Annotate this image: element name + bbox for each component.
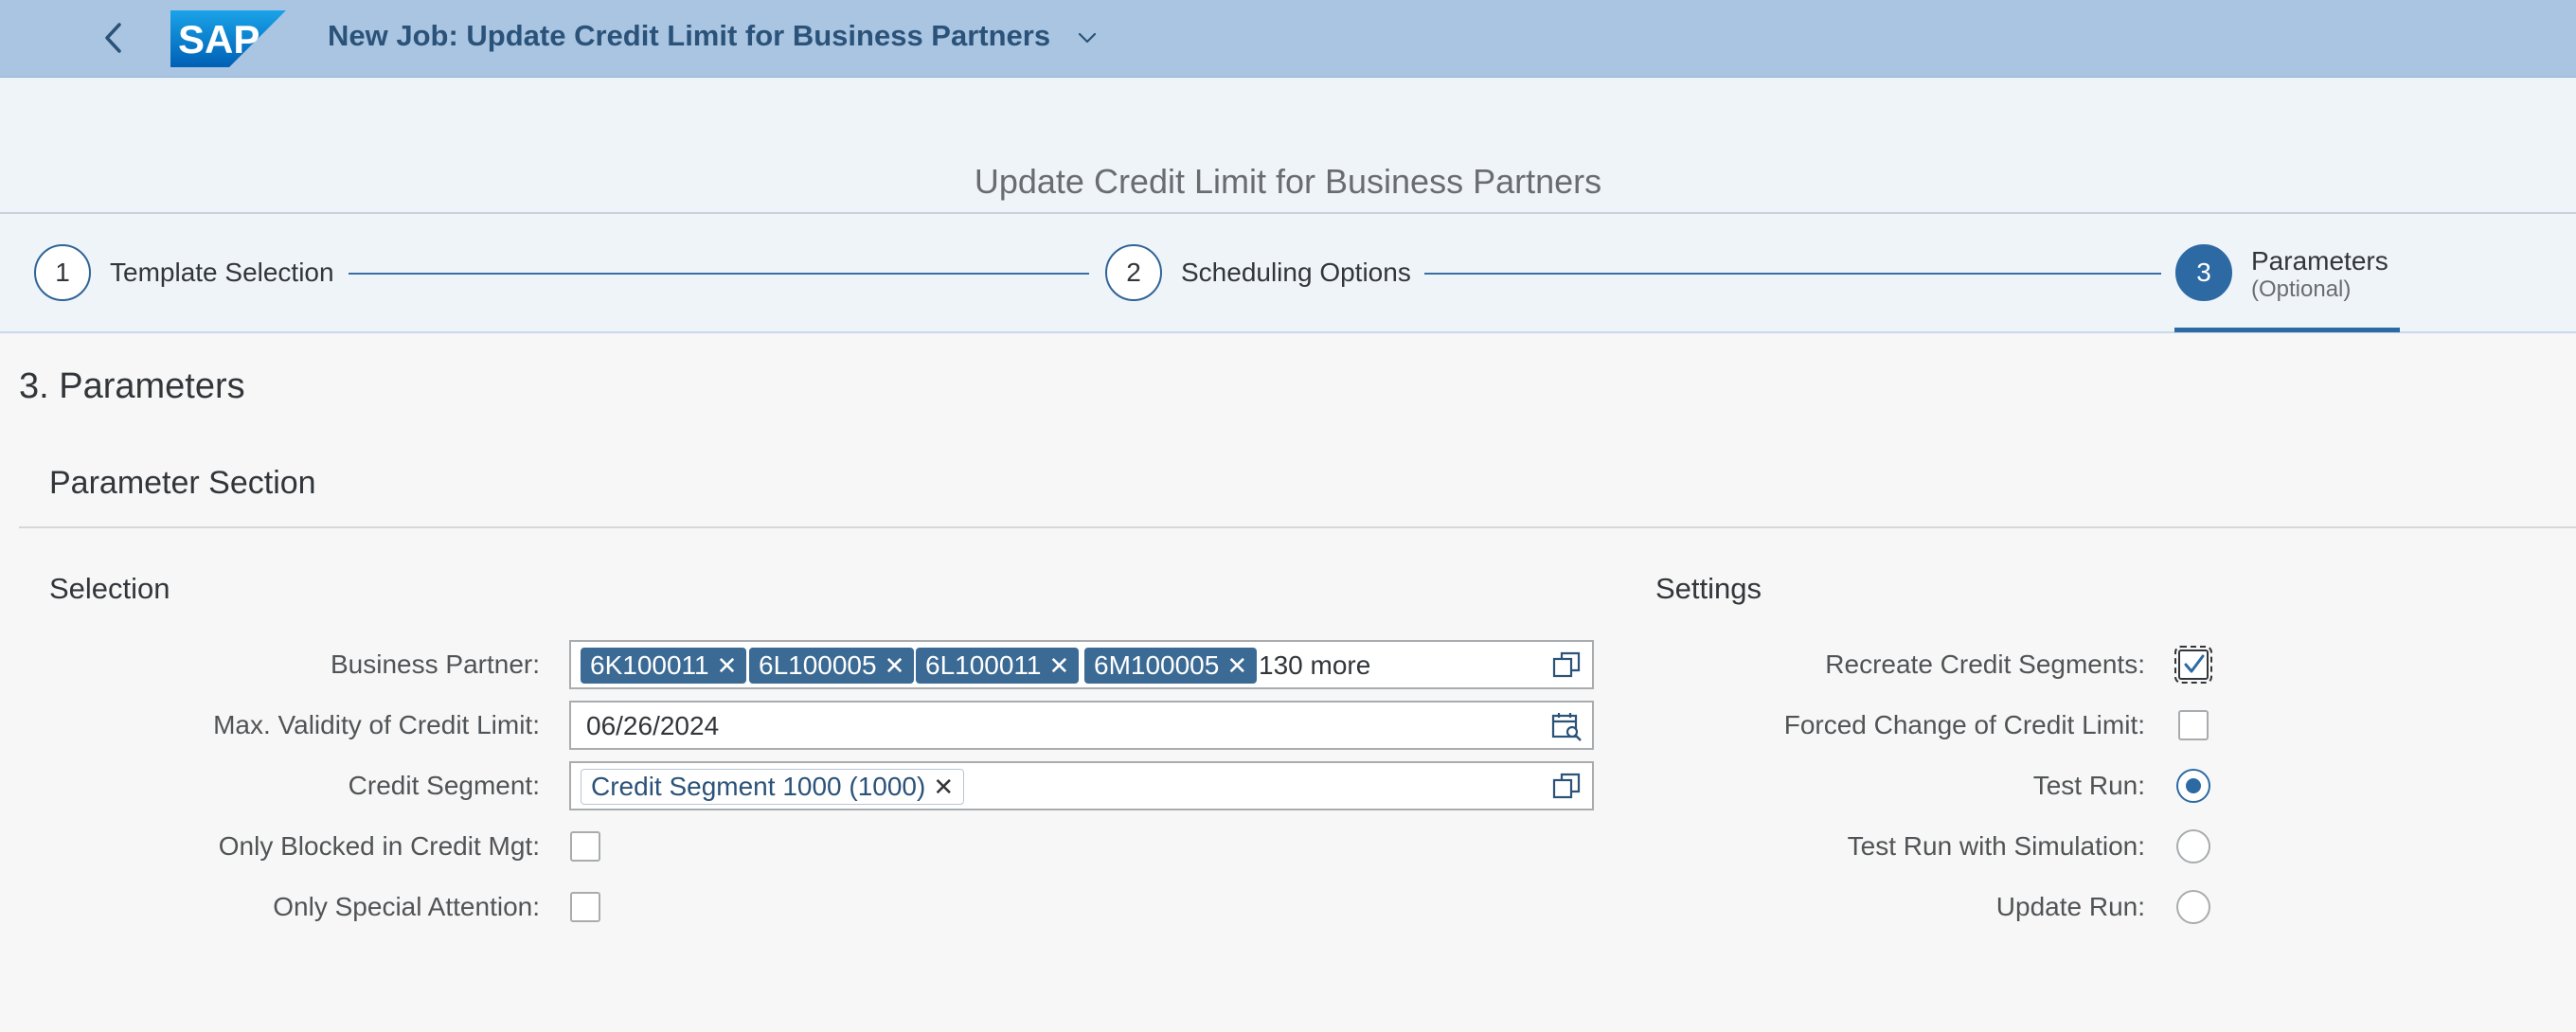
max-validity-label: Max. Validity of Credit Limit: bbox=[213, 710, 540, 739]
credit-segment-label: Credit Segment: bbox=[348, 771, 540, 800]
step-connector bbox=[349, 273, 1089, 275]
only-blocked-checkbox[interactable] bbox=[570, 831, 600, 862]
checkmark-icon bbox=[2184, 654, 2205, 673]
token-text: 6M100005 bbox=[1094, 650, 1220, 680]
token-text: Credit Segment 1000 (1000) bbox=[591, 772, 926, 801]
step-connector bbox=[1424, 273, 2161, 275]
token[interactable]: 6L100005 ✕ bbox=[749, 648, 915, 684]
value-help-icon[interactable] bbox=[1550, 649, 1583, 682]
test-run-simulation-label: Test Run with Simulation: bbox=[1847, 831, 2145, 861]
token-text: 6L100005 bbox=[759, 650, 877, 680]
date-value: 06/26/2024 bbox=[586, 711, 720, 740]
step-3-circle[interactable]: 3 bbox=[2175, 244, 2232, 301]
app-title[interactable]: New Job: Update Credit Limit for Busines… bbox=[328, 17, 1050, 55]
divider bbox=[19, 526, 2576, 528]
token[interactable]: 6L100011 ✕ bbox=[916, 648, 1080, 684]
test-run-label: Test Run: bbox=[2032, 771, 2145, 800]
update-run-label: Update Run: bbox=[1995, 892, 2145, 921]
selection-group-title: Selection bbox=[49, 572, 170, 605]
step-1-label[interactable]: Template Selection bbox=[110, 257, 334, 289]
step-2-circle[interactable]: 2 bbox=[1105, 244, 1162, 301]
calendar-search-icon[interactable] bbox=[1550, 710, 1583, 742]
chevron-left-icon bbox=[105, 23, 121, 53]
panel-title: Parameter Section bbox=[49, 465, 316, 501]
step-1-circle[interactable]: 1 bbox=[34, 244, 91, 301]
chevron-down-icon[interactable] bbox=[1076, 27, 1099, 49]
credit-segment-multi-input[interactable]: Credit Segment 1000 (1000) ✕ bbox=[569, 761, 1594, 810]
test-run-simulation-radio[interactable] bbox=[2176, 829, 2210, 863]
step-2-label[interactable]: Scheduling Options bbox=[1181, 257, 1411, 289]
wizard-progress-navigator: 1 Template Selection 2 Scheduling Option… bbox=[0, 214, 2576, 333]
svg-text:SAP: SAP bbox=[178, 17, 259, 62]
update-run-radio[interactable] bbox=[2176, 890, 2210, 924]
step-3-label[interactable]: Parameters bbox=[2251, 245, 2388, 277]
business-partner-label: Business Partner: bbox=[331, 649, 540, 679]
recreate-segments-label: Recreate Credit Segments: bbox=[1825, 649, 2145, 679]
close-icon[interactable]: ✕ bbox=[933, 773, 954, 801]
close-icon[interactable]: ✕ bbox=[1226, 651, 1247, 680]
only-blocked-label: Only Blocked in Credit Mgt: bbox=[218, 831, 540, 861]
max-validity-date-input[interactable]: 06/26/2024 bbox=[569, 701, 1594, 750]
token-text: 6K100011 bbox=[590, 650, 709, 680]
test-run-radio[interactable] bbox=[2176, 769, 2210, 803]
only-special-checkbox[interactable] bbox=[570, 892, 600, 922]
token[interactable]: Credit Segment 1000 (1000) ✕ bbox=[581, 769, 965, 805]
step-heading: 3. Parameters bbox=[19, 366, 245, 406]
shell-bar: SAP New Job: Update Credit Limit for Bus… bbox=[0, 0, 2576, 78]
settings-group-title: Settings bbox=[1655, 572, 1762, 605]
back-button[interactable] bbox=[91, 15, 136, 61]
value-help-icon[interactable] bbox=[1550, 771, 1583, 803]
close-icon[interactable]: ✕ bbox=[717, 651, 738, 680]
recreate-segments-checkbox[interactable] bbox=[2174, 646, 2212, 684]
step-3-sublabel: (Optional) bbox=[2251, 276, 2352, 302]
token[interactable]: 6M100005 ✕ bbox=[1084, 648, 1258, 684]
token[interactable]: 6K100011 ✕ bbox=[581, 648, 747, 684]
sap-logo[interactable]: SAP bbox=[170, 10, 286, 67]
forced-change-checkbox[interactable] bbox=[2178, 710, 2209, 740]
forced-change-label: Forced Change of Credit Limit: bbox=[1783, 710, 2145, 739]
wizard-title: Update Credit Limit for Business Partner… bbox=[974, 162, 1602, 201]
business-partner-multi-input[interactable]: 6K100011 ✕ 6L100005 ✕ 6L100011 ✕ 6M100005 ✕ … bbox=[569, 640, 1594, 689]
close-icon[interactable]: ✕ bbox=[885, 651, 905, 680]
only-special-label: Only Special Attention: bbox=[273, 892, 540, 921]
token-text: 6L100011 bbox=[925, 650, 1042, 680]
more-tokens-link[interactable]: 130 more bbox=[1259, 648, 1370, 684]
active-step-indicator bbox=[2174, 328, 2400, 332]
close-icon[interactable]: ✕ bbox=[1049, 651, 1070, 680]
